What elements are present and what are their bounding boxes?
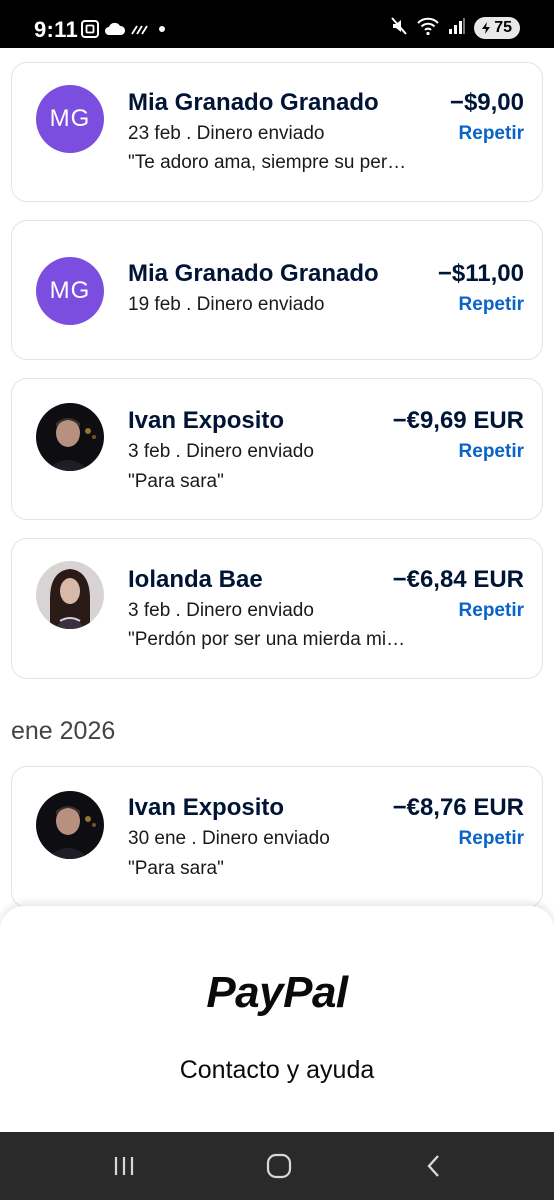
- mute-icon: [390, 16, 408, 41]
- transaction-note: "Perdón por ser una mierda mi…: [128, 629, 406, 650]
- transaction-date-type: 23 feb . Dinero enviado: [128, 123, 325, 144]
- transaction-amount: −$11,00: [437, 260, 524, 287]
- status-time: 9:11: [34, 17, 79, 42]
- repeat-button[interactable]: Repetir: [459, 294, 524, 316]
- recipient-name: Mia Granado Granado: [128, 89, 379, 116]
- wifi-icon: [416, 16, 440, 41]
- transaction-amount: −€9,69 EUR: [392, 407, 524, 434]
- signal-icon: [448, 17, 466, 40]
- recents-icon[interactable]: [104, 1150, 144, 1182]
- section-heading: ene 2026: [11, 717, 116, 745]
- transaction-note: "Para sara": [128, 858, 224, 879]
- avatar: [36, 403, 104, 471]
- avatar: MG: [36, 85, 104, 153]
- transaction-card[interactable]: Ivan Exposito 3 feb . Dinero enviado "Pa…: [11, 378, 543, 520]
- system-nav-bar: [0, 1132, 554, 1200]
- repeat-button[interactable]: Repetir: [459, 828, 524, 850]
- data-saver-icon: [130, 17, 150, 41]
- home-icon[interactable]: [259, 1150, 299, 1182]
- avatar: [36, 561, 104, 629]
- repeat-button[interactable]: Repetir: [459, 123, 524, 145]
- transaction-note: "Te adoro ama, siempre su per…: [128, 152, 407, 173]
- transaction-amount: −$9,00: [449, 89, 524, 116]
- transaction-date-type: 3 feb . Dinero enviado: [128, 600, 314, 621]
- transaction-amount: −€8,76 EUR: [392, 794, 524, 821]
- paypal-logo: PayPal: [206, 968, 348, 1017]
- transaction-date-type: 3 feb . Dinero enviado: [128, 441, 314, 462]
- recipient-name: Ivan Exposito: [128, 407, 285, 434]
- recipient-name: Iolanda Bae: [128, 566, 263, 593]
- repeat-button[interactable]: Repetir: [459, 600, 524, 622]
- transaction-card[interactable]: MG Mia Granado Granado 19 feb . Dinero e…: [11, 220, 543, 360]
- transaction-date-type: 30 ene . Dinero enviado: [128, 828, 330, 849]
- back-icon[interactable]: [414, 1150, 454, 1182]
- status-bar: 9:11 75: [0, 0, 554, 48]
- transaction-card[interactable]: Iolanda Bae 3 feb . Dinero enviado "Perd…: [11, 538, 543, 679]
- transaction-amount: −€6,84 EUR: [392, 566, 524, 593]
- transaction-note: "Para sara": [128, 471, 224, 492]
- transaction-card[interactable]: MG Mia Granado Granado 23 feb . Dinero e…: [11, 62, 543, 202]
- dot-icon: [158, 17, 166, 41]
- avatar: MG: [36, 257, 104, 325]
- screenshot-icon: [80, 17, 100, 41]
- transaction-card[interactable]: Ivan Exposito 30 ene . Dinero enviado "P…: [11, 766, 543, 908]
- cloud-icon: [104, 17, 126, 41]
- transaction-date-type: 19 feb . Dinero enviado: [128, 294, 325, 315]
- avatar: [36, 791, 104, 859]
- repeat-button[interactable]: Repetir: [459, 441, 524, 463]
- recipient-name: Mia Granado Granado: [128, 260, 379, 287]
- footer-sheet: PayPal Contacto y ayuda: [0, 906, 554, 1132]
- recipient-name: Ivan Exposito: [128, 794, 285, 821]
- contact-help-link[interactable]: Contacto y ayuda: [0, 1056, 554, 1085]
- battery-level: 75: [494, 19, 512, 36]
- battery-icon: 75: [474, 17, 520, 39]
